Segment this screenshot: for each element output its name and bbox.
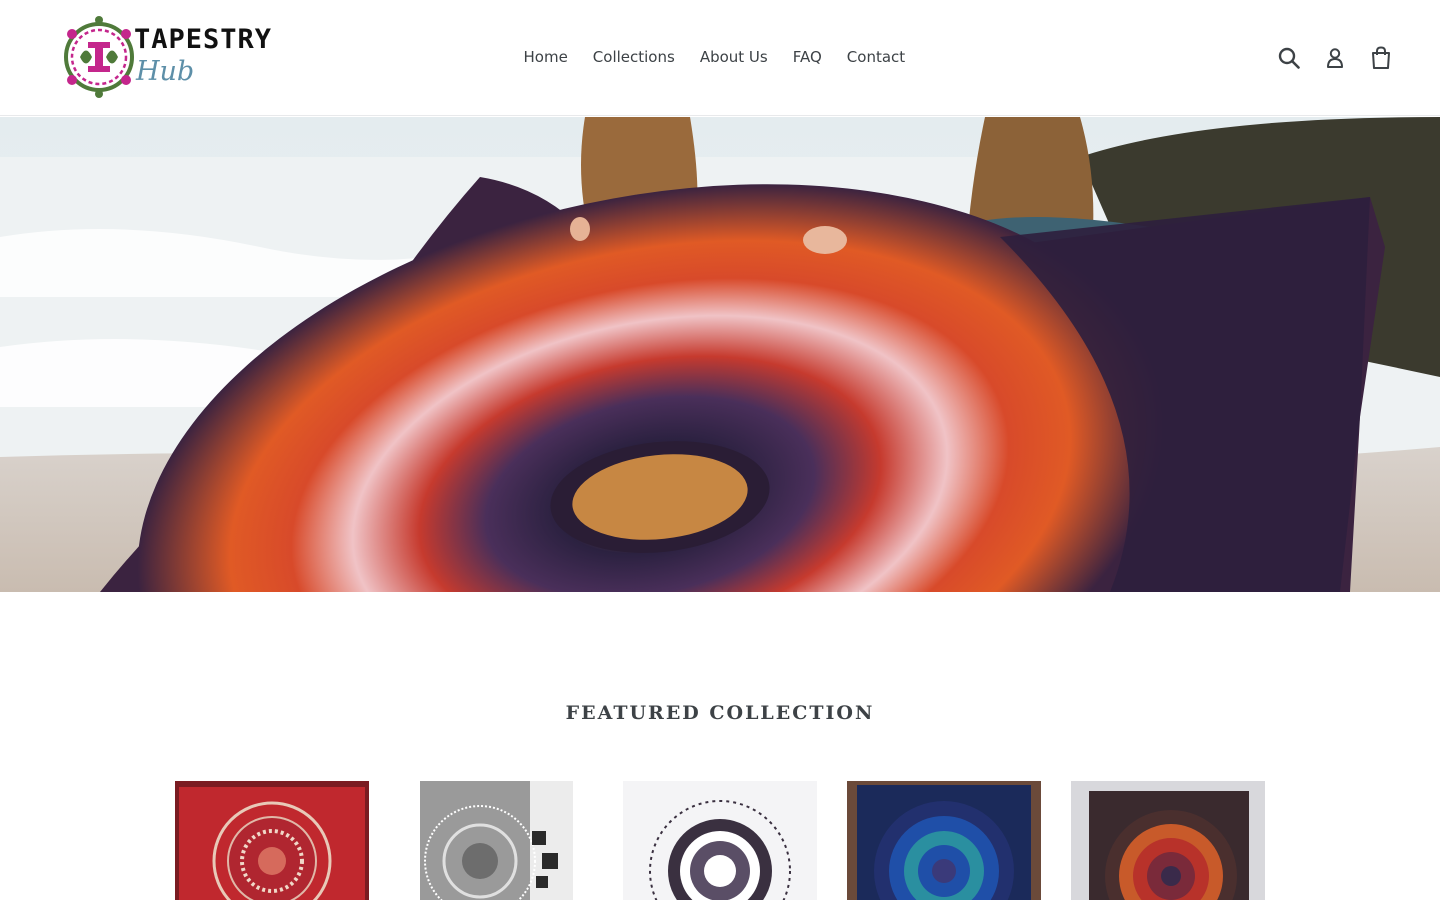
product-card[interactable] — [623, 781, 817, 900]
logo-link[interactable]: TAPESTRY Hub — [62, 14, 271, 102]
cart-icon — [1372, 46, 1390, 69]
logo-submark: Hub — [136, 56, 195, 87]
featured-collection-title: FEATURED COLLECTION — [565, 702, 875, 724]
nav-contact[interactable]: Contact — [834, 46, 917, 68]
tapestry-hub-logo-icon — [64, 16, 134, 98]
hero-banner — [0, 117, 1440, 592]
featured-products — [0, 781, 1440, 900]
product-card[interactable] — [847, 781, 1041, 900]
site-header: TAPESTRY Hub Home Collections About Us F… — [0, 0, 1440, 116]
cart-button[interactable] — [1367, 44, 1395, 72]
nav-collections[interactable]: Collections — [580, 46, 687, 68]
product-card[interactable] — [420, 781, 573, 900]
account-button[interactable] — [1321, 44, 1349, 72]
logo-wordmark: TAPESTRY — [134, 24, 273, 55]
product-card[interactable] — [1071, 781, 1265, 900]
product-card[interactable] — [175, 781, 369, 900]
search-icon — [1278, 47, 1300, 69]
header-icons — [1275, 44, 1395, 72]
product-image — [420, 781, 573, 900]
product-image — [847, 781, 1041, 900]
nav-faq[interactable]: FAQ — [780, 46, 834, 68]
hero-image — [0, 117, 1440, 592]
product-image — [623, 781, 817, 900]
search-button[interactable] — [1275, 44, 1303, 72]
nav-home[interactable]: Home — [511, 46, 580, 68]
nav-about-us[interactable]: About Us — [687, 46, 780, 68]
product-image — [1071, 781, 1265, 900]
main-nav: Home Collections About Us FAQ Contact — [511, 46, 918, 68]
product-image — [175, 781, 369, 900]
account-icon — [1327, 48, 1343, 68]
